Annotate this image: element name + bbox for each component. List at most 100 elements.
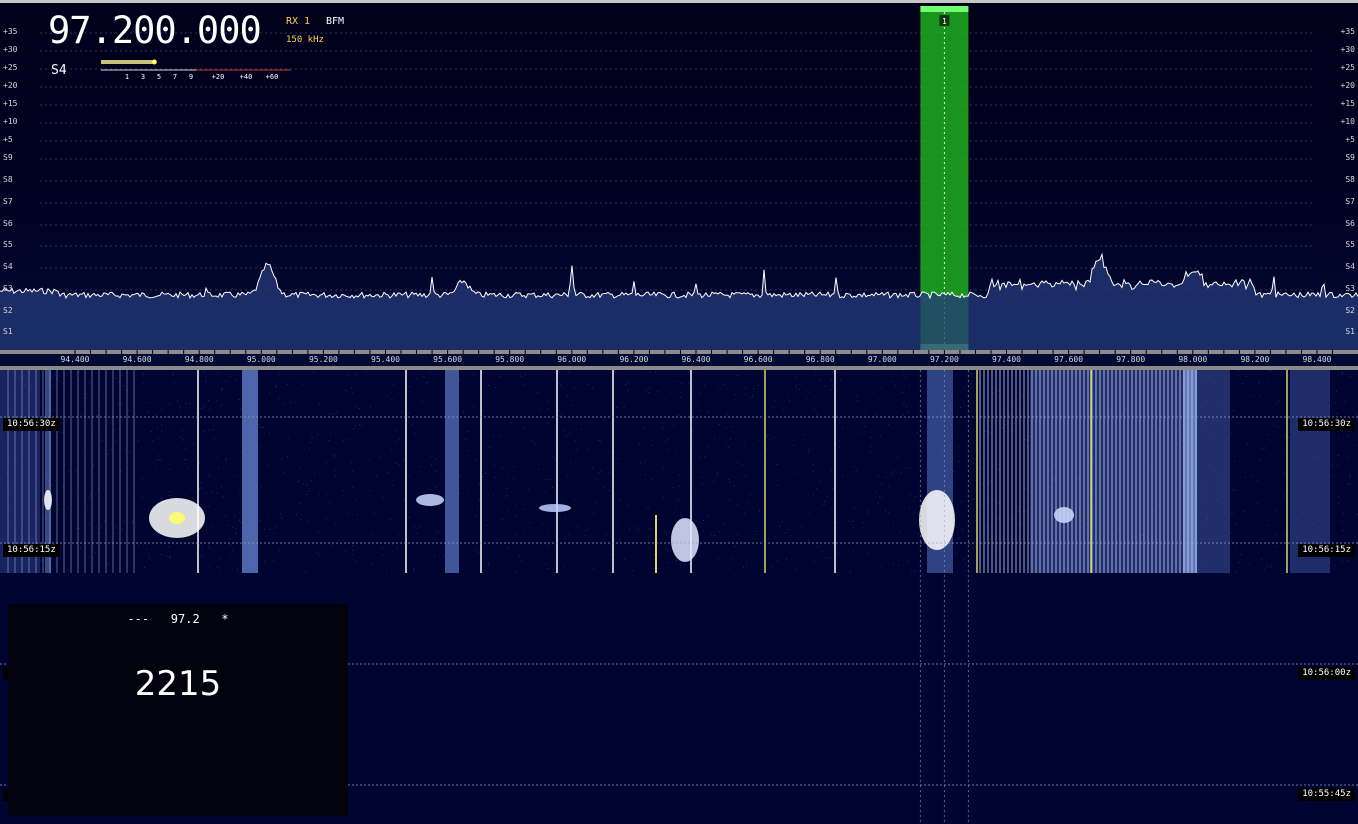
- noise: [808, 451, 810, 453]
- noise: [675, 506, 677, 508]
- noise: [561, 386, 563, 388]
- noise: [472, 373, 474, 375]
- noise: [808, 513, 810, 515]
- noise: [627, 382, 629, 384]
- noise: [348, 439, 350, 441]
- noise: [971, 386, 973, 388]
- bandwidth-label[interactable]: 150 kHz: [286, 35, 324, 45]
- noise: [827, 495, 829, 497]
- noise: [953, 470, 955, 472]
- noise: [1283, 472, 1285, 474]
- noise: [560, 384, 562, 386]
- noise: [814, 560, 816, 562]
- smeter: 1 3 5 7 9 +20 +40 +60: [101, 58, 291, 84]
- noise: [774, 536, 776, 538]
- noise: [88, 418, 90, 420]
- noise: [1288, 418, 1290, 420]
- noise: [225, 459, 227, 461]
- noise: [1268, 370, 1270, 372]
- noise: [852, 550, 854, 552]
- noise: [149, 558, 151, 560]
- noise: [728, 500, 730, 502]
- noise: [513, 466, 515, 468]
- noise: [608, 489, 610, 491]
- noise: [335, 523, 337, 525]
- db-label: S3: [1345, 284, 1355, 293]
- noise: [978, 381, 980, 383]
- noise: [116, 440, 118, 442]
- noise: [704, 456, 706, 458]
- noise: [200, 407, 202, 409]
- noise: [209, 547, 211, 549]
- noise: [558, 415, 560, 417]
- noise: [1262, 447, 1264, 449]
- noise: [677, 415, 679, 417]
- noise: [100, 526, 102, 528]
- noise: [604, 487, 606, 489]
- noise: [703, 468, 705, 470]
- noise: [501, 518, 503, 520]
- noise: [297, 480, 299, 482]
- noise: [746, 502, 748, 504]
- noise: [1338, 437, 1340, 439]
- noise: [558, 409, 560, 411]
- noise: [1243, 542, 1245, 544]
- noise: [202, 431, 204, 433]
- mode-label[interactable]: BFM: [326, 16, 344, 27]
- noise: [338, 539, 340, 541]
- noise: [240, 538, 242, 540]
- noise: [818, 379, 820, 381]
- noise: [191, 497, 193, 499]
- noise: [475, 548, 477, 550]
- noise: [355, 425, 357, 427]
- noise: [199, 463, 201, 465]
- noise: [592, 467, 594, 469]
- noise: [435, 533, 437, 535]
- noise: [745, 475, 747, 477]
- noise: [651, 444, 653, 446]
- frequency-readout[interactable]: 97.200.000: [48, 9, 262, 53]
- noise: [524, 529, 526, 531]
- noise: [169, 557, 171, 559]
- noise: [678, 500, 680, 502]
- freq-label: 97.000: [867, 355, 897, 364]
- noise: [837, 552, 839, 554]
- noise: [664, 399, 666, 401]
- noise: [79, 371, 81, 373]
- noise: [434, 471, 436, 473]
- noise: [905, 467, 907, 469]
- noise: [263, 561, 265, 563]
- noise: [158, 437, 160, 439]
- noise: [397, 533, 399, 535]
- db-label: +35: [3, 27, 18, 36]
- noise: [355, 498, 357, 500]
- noise: [755, 533, 757, 535]
- noise: [788, 400, 790, 402]
- noise: [146, 549, 148, 551]
- spectrum-display[interactable]: 1 +35 +30 +25 +20 +15 +10 +5 S9 S8 S7 S6 S5 S4 S3 S2 S1…: [0, 0, 1358, 366]
- noise: [666, 562, 668, 564]
- noise: [1338, 493, 1340, 495]
- noise: [1287, 551, 1289, 553]
- noise: [275, 526, 277, 528]
- smeter-value: S4: [51, 63, 67, 78]
- noise: [960, 501, 962, 503]
- freq-label: 96.400: [681, 355, 711, 364]
- noise: [143, 382, 145, 384]
- noise: [1275, 509, 1277, 511]
- noise: [182, 439, 184, 441]
- noise: [396, 547, 398, 549]
- noise: [329, 502, 331, 504]
- noise: [760, 455, 762, 457]
- noise: [879, 566, 881, 568]
- noise: [147, 411, 149, 413]
- noise: [96, 415, 98, 417]
- noise: [610, 450, 612, 452]
- noise: [823, 501, 825, 503]
- noise: [1284, 533, 1286, 535]
- noise: [645, 390, 647, 392]
- receiver-label[interactable]: RX 1: [286, 16, 310, 27]
- noise: [728, 567, 730, 569]
- noise: [365, 370, 367, 372]
- noise: [97, 533, 99, 535]
